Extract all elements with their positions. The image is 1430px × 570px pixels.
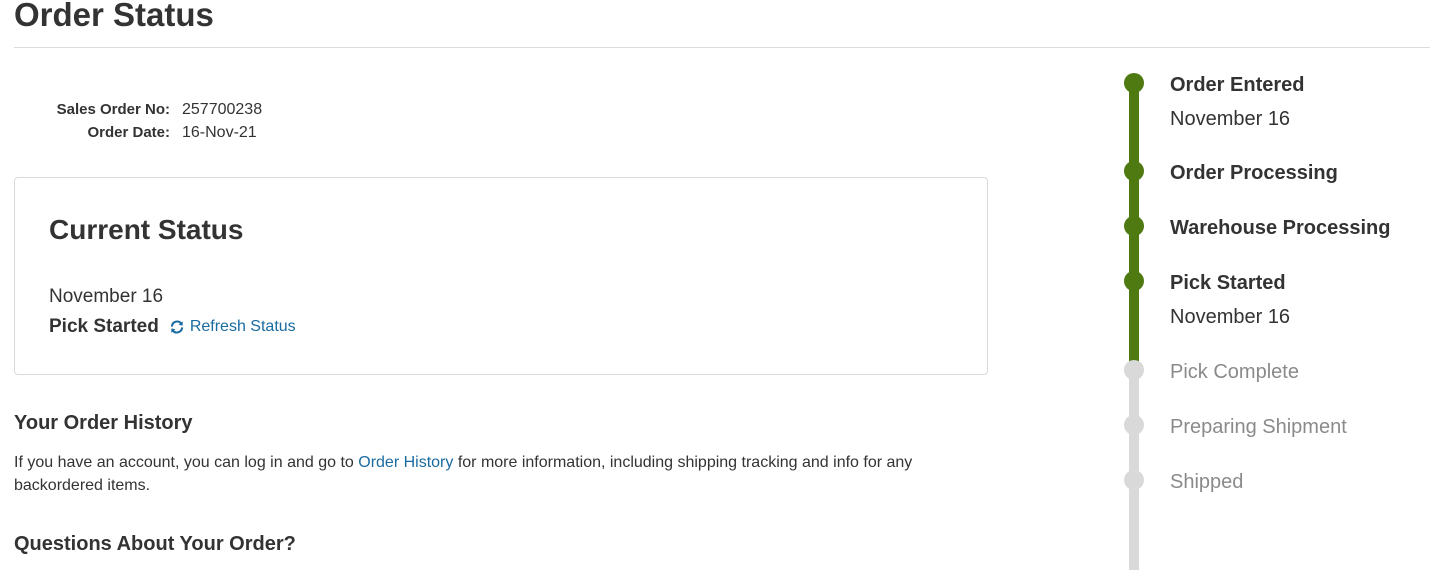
timeline-step-label: Order Entered — [1170, 74, 1305, 96]
refresh-status-label: Refresh Status — [189, 318, 296, 335]
timeline-step-label: Order Processing — [1170, 162, 1338, 184]
title-divider — [14, 47, 1430, 48]
step-pending-dot-icon — [1124, 415, 1144, 435]
step-complete-dot-icon — [1124, 216, 1144, 236]
step-pending-dot-icon — [1124, 360, 1144, 380]
order-status-timeline: Order Entered November 16 Order Processi… — [1118, 73, 1430, 570]
order-history-link[interactable]: Order History — [358, 454, 453, 471]
order-date-row: Order Date: 16-Nov-21 — [14, 121, 262, 144]
timeline-step-label: Shipped — [1170, 471, 1244, 493]
page-title: Order Status — [14, 0, 214, 33]
timeline-step-label: Pick Started — [1170, 272, 1286, 294]
order-history-heading: Your Order History — [14, 412, 193, 434]
sales-order-value: 257700238 — [182, 101, 263, 118]
current-status-card: Current Status November 16 Pick Started … — [14, 177, 988, 375]
step-pending-dot-icon — [1124, 470, 1144, 490]
timeline-step-label: Pick Complete — [1170, 361, 1299, 383]
history-text-before: If you have an account, you can log in a… — [14, 454, 359, 471]
timeline-step-label: Preparing Shipment — [1170, 416, 1347, 438]
order-history-text: If you have an account, you can log in a… — [14, 451, 954, 497]
current-status-title: Current Status — [49, 214, 244, 245]
current-status-value: Pick Started — [49, 316, 159, 337]
refresh-icon — [170, 320, 183, 334]
timeline-step-label: Warehouse Processing — [1170, 217, 1391, 239]
order-meta: Sales Order No: 257700238 Order Date: 16… — [14, 98, 262, 144]
timeline-step-date: November 16 — [1170, 306, 1291, 328]
current-status-line: Pick Started Refresh Status — [49, 316, 296, 338]
timeline-step-date: November 16 — [1170, 108, 1291, 130]
questions-heading: Questions About Your Order? — [14, 533, 296, 555]
step-complete-dot-icon — [1124, 73, 1144, 93]
sales-order-label: Sales Order No: — [56, 101, 170, 118]
refresh-status-link[interactable]: Refresh Status — [170, 318, 296, 336]
order-date-label: Order Date: — [87, 124, 170, 141]
sales-order-row: Sales Order No: 257700238 — [14, 98, 262, 121]
step-complete-dot-icon — [1124, 271, 1144, 291]
current-status-date: November 16 — [49, 286, 164, 307]
step-complete-dot-icon — [1124, 161, 1144, 181]
order-date-value: 16-Nov-21 — [182, 124, 257, 141]
